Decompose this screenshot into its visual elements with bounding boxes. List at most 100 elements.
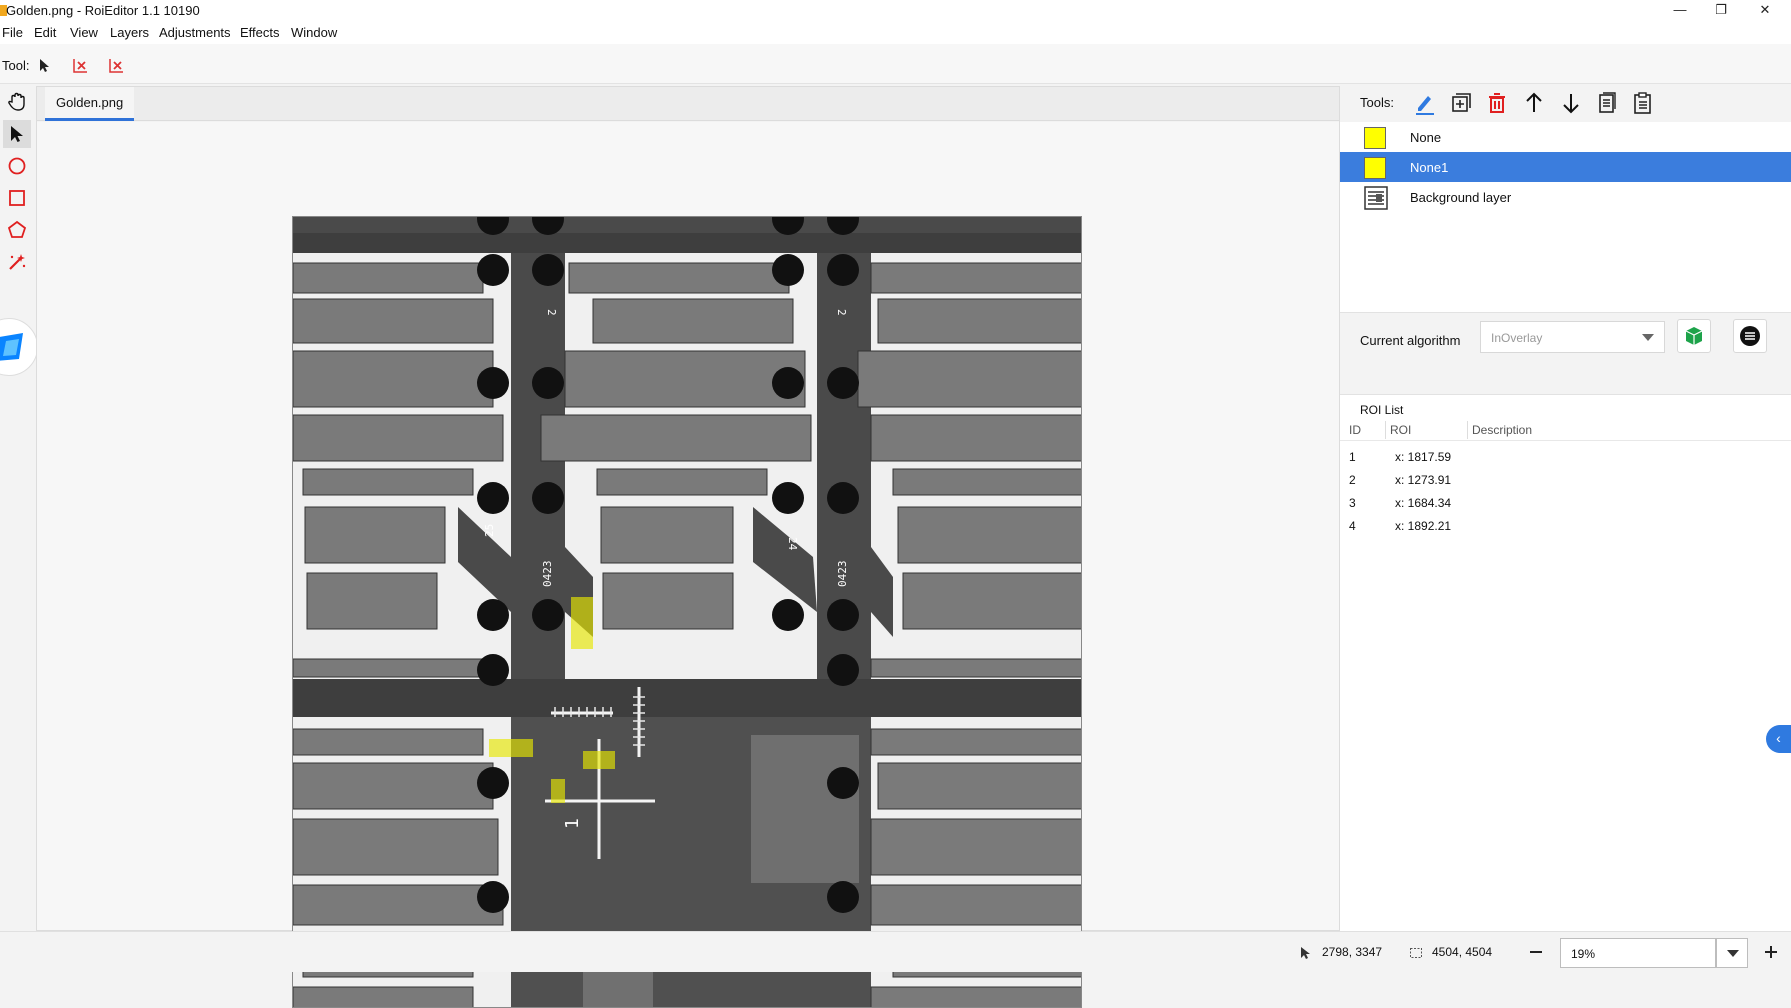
close-window-button[interactable]: ✕ [1745,0,1785,22]
wafer-label-2-right: 2 [835,309,848,316]
chevron-left-icon: ‹ [1776,730,1781,746]
app-logo-icon [0,333,23,361]
circle-tool[interactable] [3,152,31,180]
wafer-image-svg: 2 2 25 24 0423 0423 1 [293,217,1081,1007]
copy-icon[interactable] [1594,90,1620,116]
layer-name: None [1410,130,1442,145]
wafer-label-1: 1 [562,818,583,829]
roi-overlay-1[interactable] [571,597,593,649]
zoom-out-icon[interactable] [1528,944,1544,960]
algorithm-row: Current algorithm InOverlay [1340,312,1791,394]
zoom-value: 19% [1571,947,1596,961]
add-layer-icon[interactable] [1448,90,1474,116]
menu-view[interactable]: View [70,25,98,40]
magic-wand-tool[interactable] [3,248,31,276]
layer-tools-row: Tools: [1340,86,1791,122]
menu-bar: File Edit View Layers Adjustments Effect… [0,22,1791,44]
roi-value: x: 1817.59 [1395,450,1452,464]
wafer-label-0423-left: 0423 [541,561,554,588]
floating-assistant-button[interactable] [0,318,38,376]
circle-icon [8,157,26,175]
roi-row[interactable]: 3 x: 1684.34 [1340,491,1791,514]
chevron-down-icon [1642,334,1654,341]
status-bar: 2798, 3347 4504, 4504 19% [0,931,1791,972]
column-description[interactable]: Description [1472,423,1532,437]
edit-pencil-icon[interactable] [1412,90,1438,116]
window-title: Golden.png - RoiEditor 1.1 10190 [6,3,200,18]
collapse-panel-button[interactable]: ‹ [1766,725,1791,753]
selection-size-icon [1410,948,1422,958]
polygon-icon [7,220,27,238]
pointer-icon[interactable] [36,56,54,74]
menu-file[interactable]: File [2,25,23,40]
clear-roi-icon[interactable] [72,56,90,74]
wafer-label-2-left: 2 [545,309,558,316]
layer-item-background[interactable]: Background layer [1340,182,1791,212]
roi-overlay-2[interactable] [489,739,533,757]
run-algorithm-button[interactable] [1677,319,1711,353]
roi-overlay-4[interactable] [551,779,565,803]
column-id[interactable]: ID [1349,423,1361,437]
hand-tool[interactable] [3,88,31,116]
magic-wand-icon [9,254,26,270]
rectangle-icon [9,190,25,206]
roi-id: 2 [1349,473,1356,487]
hand-icon [8,92,25,111]
layer-name: Background layer [1410,190,1512,205]
wafer-label-24: 24 [786,537,799,551]
restore-button[interactable]: ❐ [1701,0,1741,22]
delete-trash-icon[interactable] [1484,90,1510,116]
rectangle-tool[interactable] [3,184,31,212]
clear-all-icon[interactable] [108,56,126,74]
layer-name: None1 [1410,160,1449,175]
menu-layers[interactable]: Layers [110,25,149,40]
zoom-dropdown-button[interactable] [1716,938,1748,968]
roi-value: x: 1684.34 [1395,496,1452,510]
layer-color-swatch [1364,157,1386,179]
wafer-label-25: 25 [483,524,496,537]
layers-list: None None1 Background layer [1340,122,1791,312]
menu-effects[interactable]: Effects [240,25,280,40]
roi-row[interactable]: 1 x: 1817.59 [1340,445,1791,468]
chevron-down-icon [1727,950,1739,957]
background-layer-icon [1364,186,1388,210]
minimize-button[interactable]: — [1660,0,1700,22]
paste-icon[interactable] [1630,90,1656,116]
cursor-position-icon [1301,947,1310,959]
title-bar: Golden.png - RoiEditor 1.1 10190 — ❐ ✕ [0,0,1791,22]
menu-adjustments[interactable]: Adjustments [159,25,231,40]
algorithm-dropdown[interactable]: InOverlay [1480,321,1665,353]
zoom-input[interactable]: 19% [1560,938,1716,968]
roi-table-header: ID ROI Description [1340,419,1791,441]
tab-golden-png[interactable]: Golden.png [45,87,135,121]
select-tool[interactable] [3,120,31,148]
column-divider [1385,421,1386,439]
arrow-down-icon[interactable] [1558,90,1584,116]
polygon-tool[interactable] [3,216,31,244]
arrow-up-icon[interactable] [1521,90,1547,116]
left-toolbox [0,86,36,972]
tab-bar: Golden.png [37,87,1339,121]
layer-item-none1[interactable]: None1 [1340,152,1791,182]
roi-overlay-3[interactable] [583,751,615,769]
tools-label: Tools: [1360,95,1394,110]
algorithm-settings-button[interactable] [1733,319,1767,353]
roi-list-section: ROI List ID ROI Description 1 x: 1817.59… [1340,394,1791,931]
roi-row[interactable]: 4 x: 1892.21 [1340,514,1791,537]
layer-item-none[interactable]: None [1340,122,1791,152]
canvas-area[interactable]: 2 2 25 24 0423 0423 1 [37,122,1339,1008]
zoom-in-icon[interactable] [1763,944,1779,960]
roi-id: 1 [1349,450,1356,464]
settings-list-icon [1740,326,1760,346]
wafer-label-0423-right: 0423 [836,561,849,588]
menu-edit[interactable]: Edit [34,25,56,40]
arrow-cursor-icon [11,126,23,142]
wafer-image[interactable]: 2 2 25 24 0423 0423 1 [292,216,1082,1008]
column-divider [1467,421,1468,439]
roi-list-title: ROI List [1360,403,1404,417]
roi-row[interactable]: 2 x: 1273.91 [1340,468,1791,491]
menu-window[interactable]: Window [291,25,337,40]
column-roi[interactable]: ROI [1390,423,1411,437]
cursor-position: 2798, 3347 [1322,945,1383,959]
roi-id: 4 [1349,519,1356,533]
